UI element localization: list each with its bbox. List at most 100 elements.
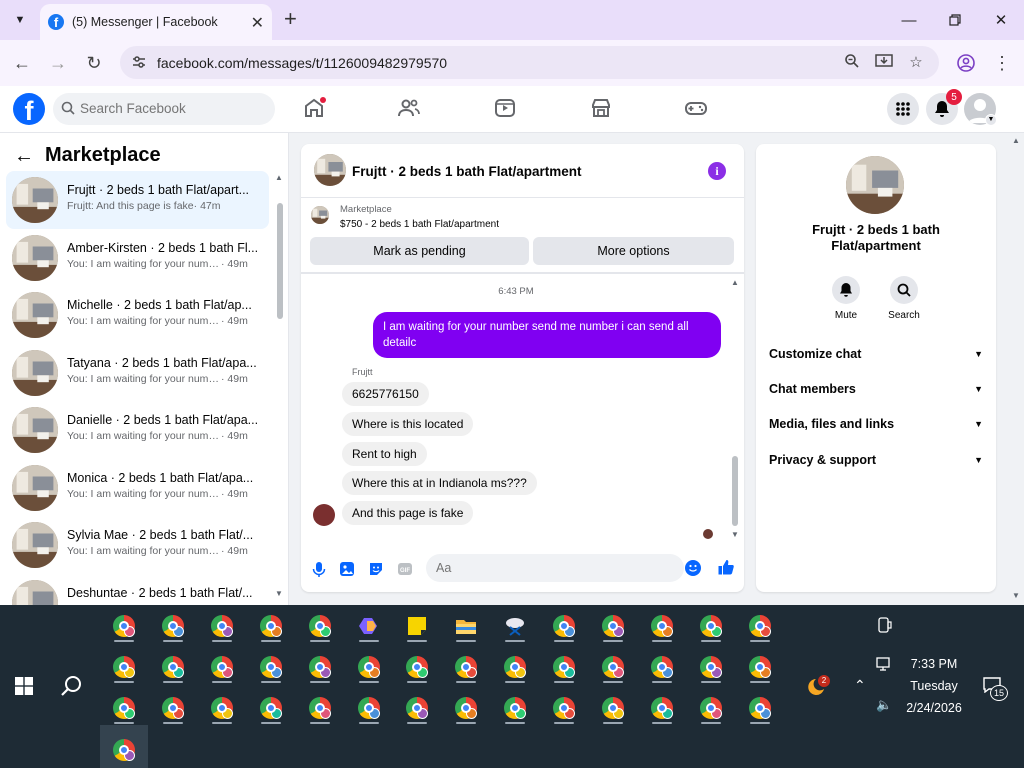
windows-start-icon[interactable] <box>15 677 33 695</box>
copilot-icon[interactable] <box>353 610 385 642</box>
file-explorer-icon[interactable] <box>450 610 482 642</box>
photo-icon[interactable] <box>338 560 356 578</box>
more-options-button[interactable]: More options <box>533 237 734 265</box>
tab-search-chevron-icon[interactable]: ▼ <box>8 8 32 32</box>
message-input[interactable] <box>426 554 684 582</box>
chrome-profile-icon[interactable] <box>157 610 189 642</box>
install-app-icon[interactable] <box>874 53 894 73</box>
close-window-icon[interactable]: ✕ <box>986 7 1016 33</box>
new-tab-plus-icon[interactable]: + <box>284 7 297 31</box>
chat-scrollbar[interactable]: ▲ ▼ <box>729 278 741 540</box>
chrome-profile-icon[interactable] <box>646 610 678 642</box>
chrome-profile-icon[interactable] <box>548 610 580 642</box>
sticky-notes-icon[interactable] <box>401 610 433 642</box>
chat-members-section[interactable]: Chat members ▼ <box>769 377 983 401</box>
video-icon[interactable] <box>493 96 517 120</box>
scroll-up-arrow-icon[interactable]: ▲ <box>731 278 739 287</box>
chrome-profile-icon[interactable] <box>744 610 776 642</box>
gaming-icon[interactable] <box>684 96 708 120</box>
emoji-icon[interactable] <box>685 560 701 576</box>
incoming-message[interactable]: Where is this located <box>342 412 474 436</box>
restore-window-icon[interactable] <box>940 7 970 33</box>
incoming-message[interactable]: Rent to high <box>342 442 427 466</box>
clock-time[interactable]: 7:33 PM <box>900 657 968 671</box>
conversation-item[interactable]: Tatyana · 2 beds 1 bath Flat/apa... You: … <box>6 344 269 402</box>
conversation-item[interactable]: Danielle · 2 beds 1 bath Flat/apa... You:… <box>6 401 269 459</box>
minimize-window-icon[interactable]: — <box>894 7 924 33</box>
chrome-profile-icon[interactable] <box>304 610 336 642</box>
chrome-profile-icon[interactable] <box>353 651 385 683</box>
zoom-icon[interactable] <box>842 53 862 73</box>
conversation-item[interactable]: Frujtt · 2 beds 1 bath Flat/apart... Fruj… <box>6 171 269 229</box>
network-icon[interactable] <box>876 657 894 671</box>
mark-as-pending-button[interactable]: Mark as pending <box>310 237 529 265</box>
chrome-profile-icon[interactable] <box>744 651 776 683</box>
tab-close-icon[interactable]: ✕ <box>251 13 264 33</box>
back-arrow-icon[interactable]: ← <box>10 51 34 75</box>
browser-tab-messenger[interactable]: f (5) Messenger | Facebook ✕ <box>40 4 272 40</box>
outgoing-message[interactable]: I am waiting for your number send me num… <box>373 312 721 358</box>
conversation-item[interactable]: Monica · 2 beds 1 bath Flat/apa... You: I… <box>6 459 269 517</box>
friends-icon[interactable] <box>397 96 421 120</box>
snipping-tool-icon[interactable] <box>499 610 531 642</box>
chrome-profile-icon[interactable] <box>108 610 140 642</box>
incoming-message[interactable]: 6625776150 <box>342 382 429 406</box>
chrome-profile-icon[interactable] <box>108 651 140 683</box>
chrome-profile-icon[interactable] <box>255 692 287 724</box>
chrome-profile-icon[interactable] <box>304 651 336 683</box>
chrome-active-window-icon[interactable] <box>108 734 140 766</box>
microphone-icon[interactable] <box>310 560 328 578</box>
clock-day[interactable]: Tuesday <box>900 679 968 693</box>
listing-thumbnail[interactable] <box>311 206 329 224</box>
address-bar[interactable]: facebook.com/messages/t/1126009482979570… <box>120 46 939 79</box>
listing-title[interactable]: $750 - 2 beds 1 bath Flat/apartment <box>340 219 499 230</box>
conversation-item[interactable]: Michelle · 2 beds 1 bath Flat/ap... You: … <box>6 286 269 344</box>
chat-title[interactable]: Frujtt · 2 beds 1 bath Flat/apartment <box>352 164 582 179</box>
taskbar-search-icon[interactable] <box>60 674 84 698</box>
page-scroll-down-arrow-icon[interactable]: ▼ <box>1012 591 1020 600</box>
chrome-profile-icon[interactable] <box>401 651 433 683</box>
customize-chat-section[interactable]: Customize chat ▼ <box>769 342 983 366</box>
marketplace-icon[interactable] <box>589 96 613 120</box>
chrome-profile-icon[interactable] <box>157 692 189 724</box>
scrollbar-thumb[interactable] <box>277 203 283 319</box>
privacy-support-section[interactable]: Privacy & support ▼ <box>769 448 983 472</box>
chrome-profile-icon[interactable] <box>206 692 238 724</box>
account-chevron-icon[interactable]: ▼ <box>985 114 997 126</box>
back-arrow-icon[interactable]: ← <box>14 145 34 168</box>
chrome-profile-icon[interactable] <box>353 692 385 724</box>
chrome-profile-icon[interactable] <box>450 651 482 683</box>
chrome-profile-icon[interactable] <box>401 692 433 724</box>
chrome-profile-icon[interactable] <box>206 651 238 683</box>
sticker-icon[interactable] <box>367 560 385 578</box>
media-files-links-section[interactable]: Media, files and links ▼ <box>769 412 983 436</box>
scroll-up-arrow-icon[interactable]: ▲ <box>275 173 283 182</box>
gif-icon[interactable]: GIF <box>396 560 414 578</box>
chrome-profile-icon[interactable] <box>157 651 189 683</box>
profile-icon[interactable] <box>954 51 978 75</box>
facebook-search-bar[interactable] <box>53 93 275 125</box>
thumbs-up-icon[interactable] <box>717 558 735 576</box>
chrome-profile-icon[interactable] <box>744 692 776 724</box>
page-scroll-up-arrow-icon[interactable]: ▲ <box>1012 136 1020 145</box>
mute-button[interactable]: Mute <box>816 276 876 321</box>
incoming-message[interactable]: And this page is fake <box>342 501 474 525</box>
browser-menu-icon[interactable]: ⋮ <box>990 51 1014 75</box>
sender-avatar[interactable] <box>313 504 335 526</box>
conversation-item[interactable]: Deshuntae · 2 beds 1 bath Flat/... <box>6 574 269 605</box>
chrome-profile-icon[interactable] <box>597 610 629 642</box>
scroll-down-arrow-icon[interactable]: ▼ <box>275 589 283 598</box>
scrollbar-thumb[interactable] <box>732 456 738 526</box>
listing-avatar-large[interactable] <box>846 156 904 214</box>
chrome-profile-icon[interactable] <box>548 651 580 683</box>
chrome-profile-icon[interactable] <box>206 610 238 642</box>
url-text[interactable]: facebook.com/messages/t/1126009482979570 <box>157 55 447 71</box>
chrome-profile-icon[interactable] <box>695 610 727 642</box>
chrome-profile-icon[interactable] <box>255 651 287 683</box>
chrome-profile-icon[interactable] <box>597 692 629 724</box>
facebook-logo-icon[interactable]: f <box>13 93 45 125</box>
site-info-tune-icon[interactable] <box>130 54 148 72</box>
listing-avatar[interactable] <box>314 154 346 186</box>
chrome-profile-icon[interactable] <box>695 651 727 683</box>
chrome-profile-icon[interactable] <box>108 692 140 724</box>
